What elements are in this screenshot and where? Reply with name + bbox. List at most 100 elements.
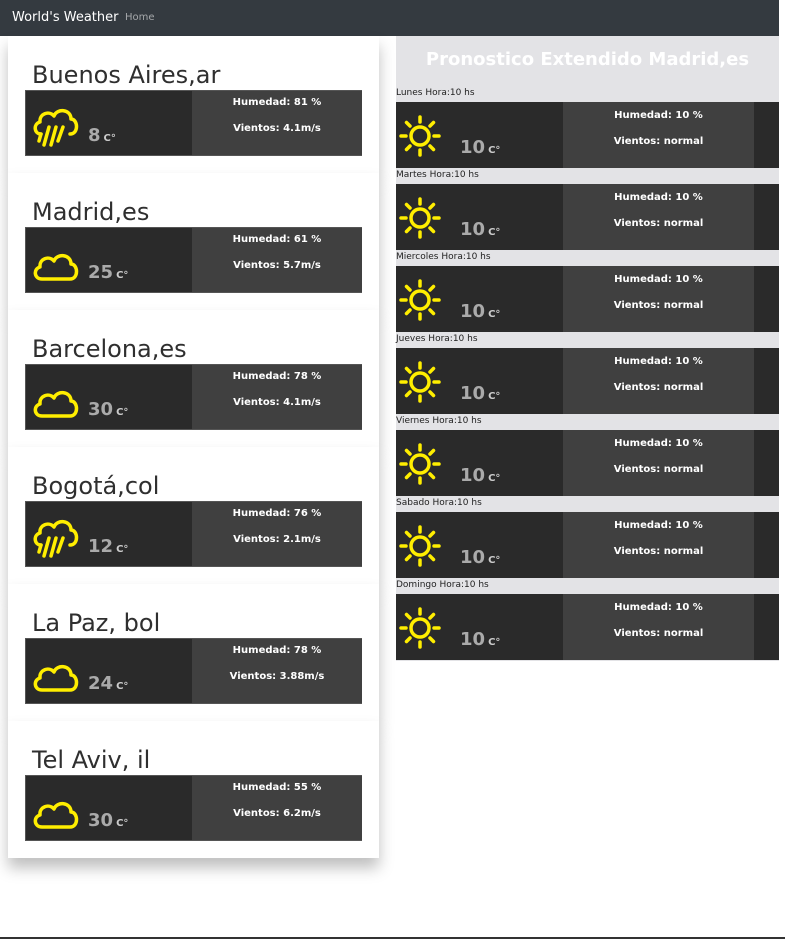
forecast-temperature: 10 C° xyxy=(460,465,501,486)
forecast-humidity: Humedad: 10 % xyxy=(614,192,703,203)
forecast-humidity: Humedad: 10 % xyxy=(614,274,703,285)
forecast-temperature: 10 C° xyxy=(460,137,501,158)
forecast-day-label: Sabado Hora:10 hs xyxy=(396,498,482,508)
forecast-wind: Vientos: normal xyxy=(613,464,704,475)
sun-icon xyxy=(398,360,442,404)
city-card: Madrid,es 25 C° Humedad: 61 % Vientos: 5.… xyxy=(8,173,379,310)
weather-box: 25 C° Humedad: 61 % Vientos: 5.7m/s xyxy=(25,227,362,293)
cloud-icon xyxy=(30,790,80,834)
forecast-temperature: 10 C° xyxy=(460,301,501,322)
forecast-box: 10 C° Humedad: 10 % Vientos: normal xyxy=(396,184,779,250)
forecast-info: Humedad: 10 % Vientos: normal xyxy=(563,184,754,250)
weather-box: 12 C° Humedad: 76 % Vientos: 2.1m/s xyxy=(25,501,362,567)
weather-info: Humedad: 81 % Vientos: 4.1m/s xyxy=(192,91,362,155)
city-name: Madrid,es xyxy=(32,198,150,226)
forecast-day: Sabado Hora:10 hs 10 C° Humedad: 10 % Vie… xyxy=(396,497,779,579)
city-card: Tel Aviv, il 30 C° Humedad: 55 % Vientos:… xyxy=(8,721,379,858)
weather-info: Humedad: 78 % Vientos: 4.1m/s xyxy=(192,365,362,429)
forecast-box: 10 C° Humedad: 10 % Vientos: normal xyxy=(396,348,779,414)
forecast-humidity: Humedad: 10 % xyxy=(614,520,703,531)
forecast-temperature: 10 C° xyxy=(460,629,501,650)
nav-home-link[interactable]: Home xyxy=(125,12,155,23)
city-card: Buenos Aires,ar 8 C° Humedad: 81 % Viento… xyxy=(8,36,379,173)
forecast-box: 10 C° Humedad: 10 % Vientos: normal xyxy=(396,594,779,660)
rain-icon xyxy=(30,516,80,560)
brand-link[interactable]: World's Weather xyxy=(12,10,118,25)
forecast-box: 10 C° Humedad: 10 % Vientos: normal xyxy=(396,102,779,168)
forecast-day: Viernes Hora:10 hs 10 C° Humedad: 10 % Vi… xyxy=(396,415,779,497)
sun-icon xyxy=(398,524,442,568)
city-name: Buenos Aires,ar xyxy=(32,61,221,89)
cloud-icon xyxy=(30,653,80,697)
forecast-temperature: 10 C° xyxy=(460,547,501,568)
forecast-header: Pronostico Extendido Madrid,es xyxy=(396,36,779,87)
forecast-day-label: Lunes Hora:10 hs xyxy=(396,88,475,98)
forecast-humidity: Humedad: 10 % xyxy=(614,602,703,613)
forecast-day-label: Domingo Hora:10 hs xyxy=(396,580,489,590)
cloud-icon xyxy=(30,379,80,423)
sun-icon xyxy=(398,278,442,322)
sun-icon xyxy=(398,442,442,486)
city-name: La Paz, bol xyxy=(32,609,161,637)
city-card: Barcelona,es 30 C° Humedad: 78 % Vientos:… xyxy=(8,310,379,447)
forecast-humidity: Humedad: 10 % xyxy=(614,356,703,367)
cloud-icon xyxy=(30,242,80,286)
weather-box: 30 C° Humedad: 55 % Vientos: 6.2m/s xyxy=(25,775,362,841)
forecast-humidity: Humedad: 10 % xyxy=(614,438,703,449)
weather-info: Humedad: 76 % Vientos: 2.1m/s xyxy=(192,502,362,566)
forecast-title: Pronostico Extendido Madrid,es xyxy=(425,49,750,70)
wind-label: Vientos: 4.1m/s xyxy=(233,397,321,408)
wind-label: Vientos: 5.7m/s xyxy=(233,260,321,271)
forecast-day: Lunes Hora:10 hs 10 C° Humedad: 10 % Vien… xyxy=(396,87,779,169)
weather-info: Humedad: 78 % Vientos: 3.88m/s xyxy=(192,639,362,703)
weather-info: Humedad: 55 % Vientos: 6.2m/s xyxy=(192,776,362,840)
humidity-label: Humedad: 55 % xyxy=(232,782,322,793)
temperature: 30 C° xyxy=(88,810,129,831)
weather-info: Humedad: 61 % Vientos: 5.7m/s xyxy=(192,228,362,292)
temperature: 30 C° xyxy=(88,399,129,420)
temperature: 24 C° xyxy=(88,673,129,694)
forecast-info: Humedad: 10 % Vientos: normal xyxy=(563,266,754,332)
forecast-day-label: Jueves Hora:10 hs xyxy=(396,334,478,344)
forecast-day: Martes Hora:10 hs 10 C° Humedad: 10 % Vie… xyxy=(396,169,779,251)
humidity-label: Humedad: 78 % xyxy=(232,645,322,656)
weather-box: 8 C° Humedad: 81 % Vientos: 4.1m/s xyxy=(25,90,362,156)
weather-box: 30 C° Humedad: 78 % Vientos: 4.1m/s xyxy=(25,364,362,430)
city-card: Bogotá,col 12 C° Humedad: 76 % Vientos: 2… xyxy=(8,447,379,584)
forecast-info: Humedad: 10 % Vientos: normal xyxy=(563,594,754,660)
city-name: Barcelona,es xyxy=(32,335,187,363)
forecast-wind: Vientos: normal xyxy=(613,382,704,393)
rain-icon xyxy=(30,105,80,149)
forecast-day-label: Miercoles Hora:10 hs xyxy=(396,252,491,262)
navbar: World's Weather Home xyxy=(0,0,779,36)
humidity-label: Humedad: 81 % xyxy=(232,97,322,108)
temperature: 8 C° xyxy=(88,125,116,146)
humidity-label: Humedad: 61 % xyxy=(232,234,322,245)
wind-label: Vientos: 3.88m/s xyxy=(229,671,325,682)
forecast-info: Humedad: 10 % Vientos: normal xyxy=(563,348,754,414)
wind-label: Vientos: 2.1m/s xyxy=(233,534,321,545)
temperature: 25 C° xyxy=(88,262,129,283)
forecast-day: Jueves Hora:10 hs 10 C° Humedad: 10 % Vie… xyxy=(396,333,779,415)
humidity-label: Humedad: 78 % xyxy=(232,371,322,382)
forecast-day: Miercoles Hora:10 hs 10 C° Humedad: 10 % … xyxy=(396,251,779,333)
forecast-day-label: Martes Hora:10 hs xyxy=(396,170,479,180)
forecast-humidity: Humedad: 10 % xyxy=(614,110,703,121)
forecast-wind: Vientos: normal xyxy=(613,218,704,229)
forecast-info: Humedad: 10 % Vientos: normal xyxy=(563,512,754,578)
sun-icon xyxy=(398,606,442,650)
forecast-wind: Vientos: normal xyxy=(613,546,704,557)
forecast-box: 10 C° Humedad: 10 % Vientos: normal xyxy=(396,266,779,332)
forecast-wind: Vientos: normal xyxy=(613,300,704,311)
forecast-info: Humedad: 10 % Vientos: normal xyxy=(563,102,754,168)
forecast-temperature: 10 C° xyxy=(460,219,501,240)
forecast-box: 10 C° Humedad: 10 % Vientos: normal xyxy=(396,430,779,496)
wind-label: Vientos: 4.1m/s xyxy=(233,123,321,134)
city-name: Tel Aviv, il xyxy=(32,746,151,774)
temperature: 12 C° xyxy=(88,536,129,557)
humidity-label: Humedad: 76 % xyxy=(232,508,322,519)
forecast-wind: Vientos: normal xyxy=(613,136,704,147)
forecast-day-label: Viernes Hora:10 hs xyxy=(396,416,482,426)
city-card: La Paz, bol 24 C° Humedad: 78 % Vientos: … xyxy=(8,584,379,721)
forecast-temperature: 10 C° xyxy=(460,383,501,404)
